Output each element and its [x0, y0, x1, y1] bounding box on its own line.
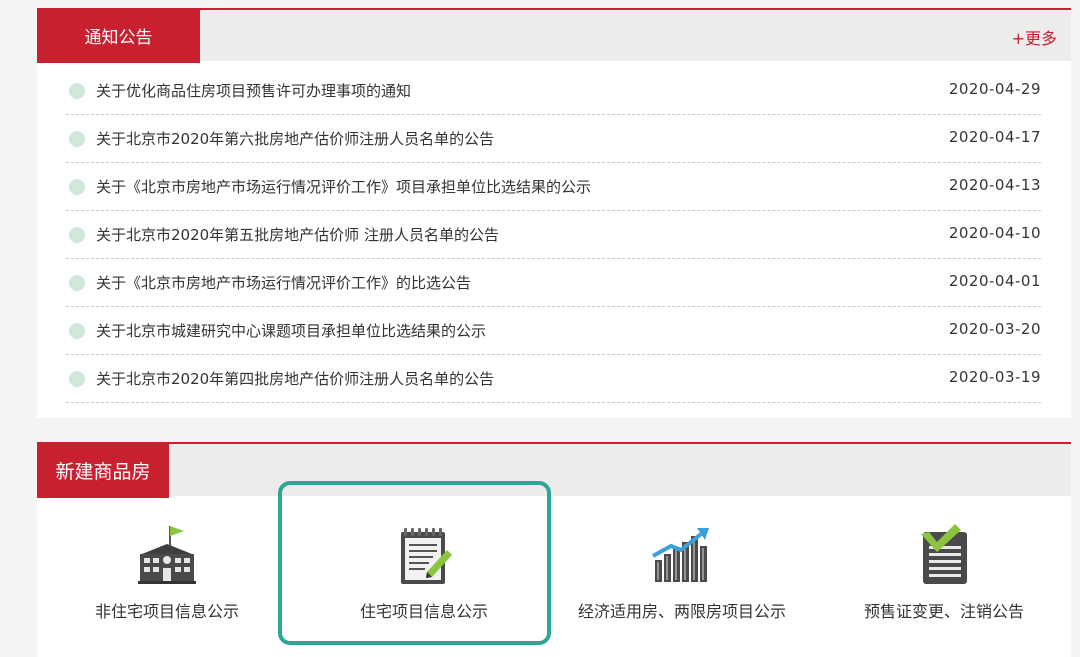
more-link[interactable]: +更多	[1012, 25, 1057, 49]
notice-item[interactable]: 关于北京市2020年第六批房地产估价师注册人员名单的公告 2020-04-17	[66, 115, 1041, 163]
notice-title[interactable]: 关于北京市2020年第六批房地产估价师注册人员名单的公告	[96, 128, 494, 149]
notice-date: 2020-03-20	[948, 320, 1041, 338]
notice-date: 2020-04-29	[948, 80, 1041, 98]
document-check-icon	[921, 524, 967, 584]
notice-item[interactable]: 关于优化商品住房项目预售许可办理事项的通知 2020-04-29	[66, 67, 1041, 115]
housing-panel: 新建商品房 非住宅项目信息公示 住宅项目信息公示 经济适用房、两限房项目公示 预…	[37, 442, 1071, 657]
notice-date: 2020-04-10	[948, 224, 1041, 242]
housing-item-label: 住宅项目信息公示	[359, 602, 488, 621]
presale-certificate-link[interactable]: 预售证变更、注销公告	[819, 522, 1069, 632]
notice-item[interactable]: 关于北京市2020年第四批房地产估价师注册人员名单的公告 2020-03-19	[66, 355, 1041, 403]
notice-item[interactable]: 关于《北京市房地产市场运行情况评价工作》的比选公告 2020-04-01	[66, 259, 1041, 307]
non-residential-info-link[interactable]: 非住宅项目信息公示	[42, 522, 292, 632]
notice-title[interactable]: 关于优化商品住房项目预售许可办理事项的通知	[96, 80, 411, 101]
bullet-dot-icon	[69, 131, 85, 147]
notice-list: 关于优化商品住房项目预售许可办理事项的通知 2020-04-29 关于北京市20…	[66, 67, 1041, 403]
building-flag-icon	[138, 526, 196, 584]
housing-item-label: 非住宅项目信息公示	[94, 602, 239, 621]
notice-title[interactable]: 关于《北京市房地产市场运行情况评价工作》的比选公告	[96, 272, 471, 293]
notice-date: 2020-04-01	[948, 272, 1041, 290]
notice-panel: 通知公告 +更多 关于优化商品住房项目预售许可办理事项的通知 2020-04-2…	[37, 8, 1071, 418]
bullet-dot-icon	[69, 179, 85, 195]
notice-tab[interactable]: 通知公告	[37, 8, 200, 63]
notice-item[interactable]: 关于北京市2020年第五批房地产估价师 注册人员名单的公告 2020-04-10	[66, 211, 1041, 259]
housing-tab[interactable]: 新建商品房	[37, 442, 169, 498]
housing-item-label: 经济适用房、两限房项目公示	[577, 602, 786, 621]
notice-date: 2020-04-17	[948, 128, 1041, 146]
affordable-housing-link[interactable]: 经济适用房、两限房项目公示	[557, 522, 807, 632]
notepad-pencil-icon	[401, 528, 452, 584]
bullet-dot-icon	[69, 371, 85, 387]
bullet-dot-icon	[69, 323, 85, 339]
notice-title[interactable]: 关于北京市2020年第五批房地产估价师 注册人员名单的公告	[96, 224, 499, 245]
notice-title[interactable]: 关于北京市城建研究中心课题项目承担单位比选结果的公示	[96, 320, 486, 341]
notice-item[interactable]: 关于北京市城建研究中心课题项目承担单位比选结果的公示 2020-03-20	[66, 307, 1041, 355]
notice-header: 通知公告 +更多	[37, 8, 1071, 63]
residential-info-link[interactable]: 住宅项目信息公示	[299, 522, 549, 632]
notice-date: 2020-03-19	[948, 368, 1041, 386]
bullet-dot-icon	[69, 275, 85, 291]
notice-item[interactable]: 关于《北京市房地产市场运行情况评价工作》项目承担单位比选结果的公示 2020-0…	[66, 163, 1041, 211]
notice-date: 2020-04-13	[948, 176, 1041, 194]
notice-title[interactable]: 关于北京市2020年第四批房地产估价师注册人员名单的公告	[96, 368, 494, 389]
housing-item-label: 预售证变更、注销公告	[863, 602, 1024, 621]
bar-chart-arrow-icon	[652, 528, 709, 582]
bullet-dot-icon	[69, 83, 85, 99]
housing-header: 新建商品房	[37, 442, 1071, 498]
bullet-dot-icon	[69, 227, 85, 243]
notice-title[interactable]: 关于《北京市房地产市场运行情况评价工作》项目承担单位比选结果的公示	[96, 176, 591, 197]
